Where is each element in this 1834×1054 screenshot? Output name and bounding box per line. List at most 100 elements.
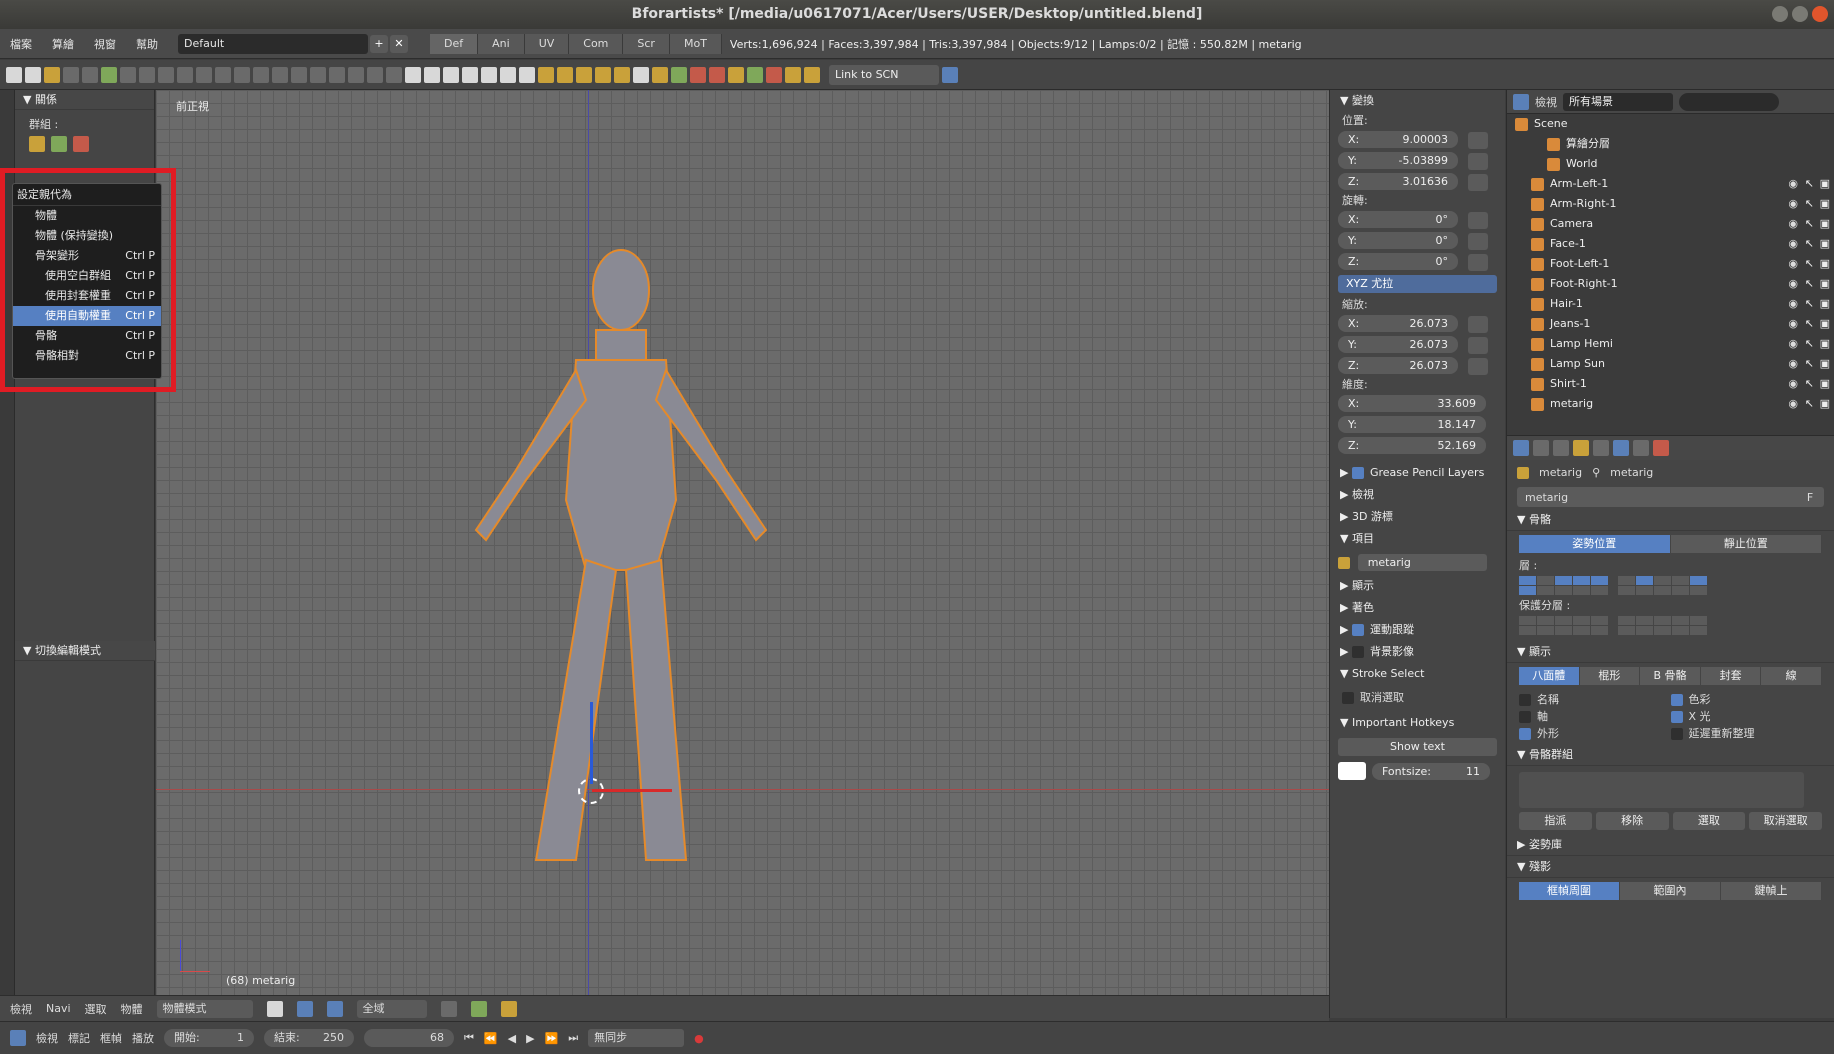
wire-shading-icon[interactable] xyxy=(424,66,440,83)
new-file-icon[interactable] xyxy=(44,66,60,83)
outliner-row[interactable]: Shirt-1 ◉ ↖ ▣ xyxy=(1507,374,1834,394)
bone-tab-icon[interactable] xyxy=(1633,440,1649,456)
world-tab-icon[interactable] xyxy=(1553,440,1569,456)
background-images-checkbox[interactable] xyxy=(1351,646,1364,658)
scale-y-field[interactable]: Y: 26.073 xyxy=(1338,336,1458,353)
colors-option[interactable]: 色彩 xyxy=(1670,691,1823,708)
obj-export-icon[interactable] xyxy=(272,66,288,83)
protected-layers-grid[interactable] xyxy=(1507,614,1834,641)
play-reverse-icon[interactable]: ◀ xyxy=(508,1032,516,1045)
selectable-icon[interactable]: ↖ xyxy=(1805,174,1814,194)
deselect-row[interactable]: 取消選取 xyxy=(1330,689,1505,706)
outliner-row[interactable]: Hair-1 ◉ ↖ ▣ xyxy=(1507,294,1834,314)
shapes-checkbox[interactable] xyxy=(1519,728,1531,740)
outliner-row[interactable]: 算繪分層 xyxy=(1507,134,1834,154)
group-add-icon[interactable] xyxy=(671,66,687,83)
transform-header[interactable]: ▼ 變換 xyxy=(1330,90,1505,112)
wire-button[interactable]: 線 xyxy=(1761,667,1822,685)
renderable-icon[interactable]: ▣ xyxy=(1820,254,1830,274)
bvh-export-icon[interactable] xyxy=(310,66,326,83)
shapes-option[interactable]: 外形 xyxy=(1519,725,1671,742)
renderable-icon[interactable]: ▣ xyxy=(1820,214,1830,234)
parent-bone-item[interactable]: 骨骼 Ctrl P xyxy=(13,326,161,346)
background-images-header[interactable]: ▶ 背景影像 xyxy=(1330,641,1505,663)
renderable-icon[interactable]: ▣ xyxy=(1820,234,1830,254)
tab-ani[interactable]: Ani xyxy=(478,33,525,54)
manipulator-icon[interactable] xyxy=(296,1000,313,1017)
link-icon[interactable] xyxy=(785,66,801,83)
parent-object-item[interactable]: 物體 xyxy=(13,206,161,226)
select-menu[interactable]: 選取 xyxy=(85,1001,107,1017)
lattice-icon[interactable] xyxy=(576,66,592,83)
delay-refresh-option[interactable]: 延遲重新整理 xyxy=(1670,725,1823,742)
abc-export-icon[interactable] xyxy=(348,66,364,83)
link-scene-select[interactable]: Link to SCN xyxy=(829,64,939,85)
visibility-icon[interactable]: ◉ xyxy=(1788,274,1798,294)
renderable-icon[interactable]: ▣ xyxy=(1820,374,1830,394)
dims-x-field[interactable]: X: 33.609 xyxy=(1338,395,1486,412)
manipulator-x-arrow[interactable] xyxy=(592,789,672,792)
relations-header[interactable]: ▼ 關係 xyxy=(15,90,154,110)
navi-menu[interactable]: Navi xyxy=(46,1002,71,1015)
visibility-icon[interactable]: ◉ xyxy=(1788,254,1798,274)
dims-y-field[interactable]: Y: 18.147 xyxy=(1338,416,1486,433)
outliner-view-menu[interactable]: 檢視 xyxy=(1535,94,1557,110)
jump-end-icon[interactable]: ⏭ xyxy=(568,1031,578,1045)
renderable-icon[interactable]: ▣ xyxy=(1820,274,1830,294)
render-anim-icon[interactable] xyxy=(386,66,402,83)
visibility-icon[interactable]: ◉ xyxy=(1788,394,1798,414)
group-icon[interactable] xyxy=(652,66,668,83)
outliner-row[interactable]: Scene xyxy=(1507,114,1834,134)
renderable-icon[interactable]: ▣ xyxy=(1820,314,1830,334)
assign-button[interactable]: 指派 xyxy=(1519,812,1592,830)
snap-icon[interactable] xyxy=(440,1000,457,1017)
select-button[interactable]: 選取 xyxy=(1672,812,1746,830)
motion-tracking-header[interactable]: ▶ 運動跟蹤 xyxy=(1330,619,1505,641)
current-frame-field[interactable]: 68 xyxy=(364,1029,454,1047)
xray-checkbox[interactable] xyxy=(1670,711,1683,723)
outliner-row[interactable]: Face-1 ◉ ↖ ▣ xyxy=(1507,234,1834,254)
location-y-field[interactable]: Y: -5.03899 xyxy=(1338,152,1458,169)
octahedral-button[interactable]: 八面體 xyxy=(1519,667,1580,685)
outliner-row[interactable]: Arm-Left-1 ◉ ↖ ▣ xyxy=(1507,174,1834,194)
solid-shading-icon[interactable] xyxy=(443,66,459,83)
make-single-icon[interactable] xyxy=(804,66,820,83)
layer-block[interactable] xyxy=(1618,616,1707,635)
3d-cursor-header[interactable]: ▶ 3D 游標 xyxy=(1330,506,1505,528)
selectable-icon[interactable]: ↖ xyxy=(1805,294,1814,314)
visibility-icon[interactable]: ◉ xyxy=(1788,194,1798,214)
selectable-icon[interactable]: ↖ xyxy=(1805,254,1814,274)
view-header[interactable]: ▶ 檢視 xyxy=(1330,484,1505,506)
menu-help[interactable]: 幫助 xyxy=(126,36,168,52)
menu-window[interactable]: 視窗 xyxy=(84,36,126,52)
remove-button[interactable]: 移除 xyxy=(1595,812,1669,830)
visibility-icon[interactable]: ◉ xyxy=(1788,174,1798,194)
object-menu[interactable]: 物體 xyxy=(121,1001,143,1017)
lock-icon[interactable] xyxy=(1468,336,1488,354)
selectable-icon[interactable]: ↖ xyxy=(1805,374,1814,394)
group-add-icon[interactable] xyxy=(51,136,67,152)
tab-mot[interactable]: MoT xyxy=(669,33,722,54)
orientation-select[interactable]: 全域 xyxy=(356,999,427,1018)
armature-tab-icon[interactable] xyxy=(1613,440,1629,456)
view-menu[interactable]: 檢視 xyxy=(10,1001,32,1017)
playback-menu[interactable]: 播放 xyxy=(132,1030,154,1046)
render-tab-icon[interactable] xyxy=(1513,440,1529,456)
selectable-icon[interactable]: ↖ xyxy=(1805,194,1814,214)
rotation-x-field[interactable]: X: 0° xyxy=(1338,211,1458,228)
import-icon[interactable] xyxy=(101,66,117,83)
shading-menu-icon[interactable] xyxy=(405,66,421,83)
outliner-row[interactable]: Jeans-1 ◉ ↖ ▣ xyxy=(1507,314,1834,334)
outliner-row[interactable]: Arm-Right-1 ◉ ↖ ▣ xyxy=(1507,194,1834,214)
visibility-icon[interactable]: ◉ xyxy=(1788,354,1798,374)
render-preview-icon[interactable] xyxy=(500,1000,517,1017)
toggle-edit-header[interactable]: ▼ 切換編輯模式 xyxy=(15,641,155,661)
minimize-icon[interactable] xyxy=(1772,6,1788,22)
selectable-icon[interactable]: ↖ xyxy=(1805,354,1814,374)
lock-icon[interactable] xyxy=(1468,357,1488,375)
outliner-type-icon[interactable] xyxy=(1513,93,1529,110)
layer-icon[interactable] xyxy=(470,1000,487,1017)
outliner-row[interactable]: Foot-Left-1 ◉ ↖ ▣ xyxy=(1507,254,1834,274)
lock-icon[interactable] xyxy=(1468,253,1488,271)
link-data-icon[interactable] xyxy=(942,66,958,83)
